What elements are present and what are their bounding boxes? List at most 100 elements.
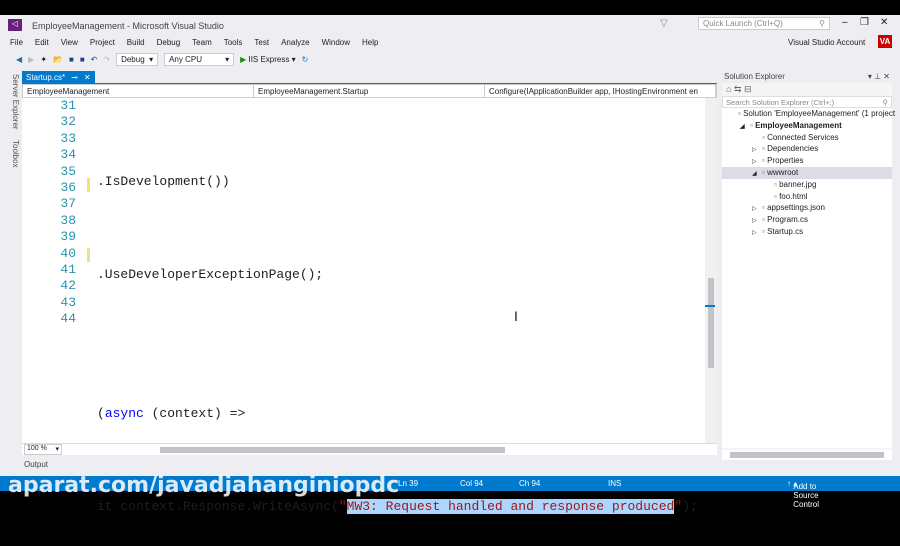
line-number: 35 [60,163,76,179]
code-editor[interactable]: 31 32 33 34 35 36 37 38 39 40 41 42 43 44 .IsDevelopm… [22,98,717,515]
file-icon: ▫ [762,144,765,154]
new-project-icon[interactable]: ✦ [40,55,47,64]
file-icon: ▫ [738,109,741,118]
tree-item[interactable]: ▷ ▫ Program.cs [722,214,892,226]
solution-explorer: Solution Explorer ▾ ⊥ ✕ ⌂ ⇆ ⊟ Search Solu… [722,71,895,460]
code-line: (async (context) => [97,406,246,422]
open-icon[interactable]: 📂 [53,55,63,64]
forward-icon[interactable]: ▶ [28,55,34,64]
expander-icon[interactable]: ▷ [752,228,762,240]
quick-launch-input[interactable]: Quick Launch (Ctrl+Q) ⚲ [698,17,830,30]
back-icon[interactable]: ◀ [16,55,22,64]
change-marker [87,248,90,262]
config-value: Debug [121,54,145,64]
file-icon: ▫ [762,226,765,236]
tree-item[interactable]: ◢ ▫ EmployeeManagement [722,120,892,132]
line-number: 37 [60,196,76,212]
navigation-bar: EmployeeManagement EmployeeManagement.St… [22,84,717,98]
save-icon[interactable]: ■ [69,55,74,64]
expander-icon[interactable]: ◢ [740,122,750,134]
tree-item[interactable]: ▷ ▫ appsettings.json [722,202,892,214]
member-dropdown[interactable]: Configure(IApplicationBuilder app, IHost… [485,85,716,97]
pin-icon[interactable]: ⊸ [71,73,78,82]
tree-item[interactable]: ▷ ▫ Dependencies [722,143,892,155]
tree-item[interactable]: ▫ banner.jpg [722,179,892,191]
line-number: 31 [60,98,76,113]
line-number: 43 [60,294,76,310]
restore-button[interactable]: ❐ [860,17,869,28]
redo-icon[interactable]: ↷ [103,55,110,64]
zoom-select[interactable]: 100 % ▾ [24,444,62,455]
tree-item[interactable]: ▫ foo.html [722,191,892,203]
tree-item[interactable]: ▫ Solution 'EmployeeManagement' (1 proje… [722,108,895,120]
menu-debug[interactable]: Debug [157,38,181,47]
tree-item-label: banner.jpg [779,179,817,189]
menu-build[interactable]: Build [127,38,145,47]
line-number: 44 [60,311,76,327]
tree-item[interactable]: ▷ ▫ Properties [722,155,892,167]
solution-explorer-title: Solution Explorer ▾ ⊥ ✕ [722,71,892,83]
line-number: 32 [60,114,76,130]
tree-item[interactable]: ◢ ▫ wwwroot [722,166,892,181]
toolbox-tab[interactable]: Toolbox [11,140,20,168]
account-label[interactable]: Visual Studio Account [788,38,865,47]
solution-search-input[interactable]: Search Solution Explorer (Ctrl+;) ⚲ [722,96,892,108]
menu-analyze[interactable]: Analyze [281,38,309,47]
save-all-icon[interactable]: ■ [80,55,85,64]
tree-item-label: Connected Services [767,132,839,142]
config-select[interactable]: Debug ▾ [116,52,159,66]
toolbar: ◀ ▶ ✦ 📂 ■ ■ ↶ ↷ Debug ▾ Any CPU ▾ ▶ IIS Ex… [16,52,308,66]
menu-test[interactable]: Test [254,38,269,47]
menu-help[interactable]: Help [362,38,378,47]
tree-item-label: Properties [767,156,804,166]
class-dropdown[interactable]: EmployeeManagement.Startup [254,85,485,97]
status-line: Ln 39 [398,479,419,488]
run-label: IIS Express [248,54,290,64]
menu-edit[interactable]: Edit [35,38,49,47]
minimize-button[interactable]: – [842,17,848,28]
expander-icon[interactable]: ◢ [752,169,762,181]
menu-file[interactable]: File [10,38,23,47]
collapse-icon[interactable]: ⊟ [744,84,752,94]
file-icon: ▫ [750,120,753,130]
close-button[interactable]: ✕ [880,17,888,28]
tab-label: Startup.cs* [26,72,66,82]
platform-select[interactable]: Any CPU ▾ [164,52,235,66]
se-horizontal-scrollbar[interactable] [722,450,892,460]
server-explorer-tab[interactable]: Server Explorer [11,74,20,130]
menu-tools[interactable]: Tools [224,38,243,47]
tab-close-icon[interactable]: ✕ [84,73,91,82]
zoom-value: 100 % [27,445,47,452]
home-icon[interactable]: ⌂ [726,84,731,94]
menu-project[interactable]: Project [90,38,115,47]
tree-item[interactable]: ▷ ▫ Startup.cs [722,226,892,238]
menu-window[interactable]: Window [322,38,350,47]
vs-logo-icon: ◁ [8,19,22,31]
code-line: .IsDevelopment()) [97,174,230,190]
status-mode: INS [608,479,622,488]
project-dropdown[interactable]: EmployeeManagement [23,85,254,97]
notification-icon[interactable]: ▽ [660,18,668,29]
tab-startup-cs[interactable]: Startup.cs* ⊸ ✕ [22,71,95,83]
refresh-icon[interactable]: ↻ [302,55,309,64]
avatar[interactable]: VA [878,35,892,48]
sync-icon[interactable]: ⇆ [734,84,742,94]
tree-item-label: appsettings.json [767,203,825,213]
caret-marker [705,305,715,307]
horizontal-scrollbar-thumb[interactable] [160,447,505,453]
panel-controls[interactable]: ▾ ⊥ ✕ [868,72,890,81]
panel-title: Solution Explorer [724,72,785,81]
output-tab[interactable]: Output [24,460,48,470]
undo-icon[interactable]: ↶ [91,55,98,64]
vertical-scrollbar[interactable] [705,98,717,443]
file-icon: ▫ [762,203,765,213]
menu-view[interactable]: View [61,38,78,47]
run-button[interactable]: ▶ IIS Express ▾ [240,55,296,64]
menu-team[interactable]: Team [192,38,212,47]
scrollbar-thumb[interactable] [708,278,714,368]
line-numbers: 31 32 33 34 35 36 37 38 39 40 41 42 43 44 [22,98,76,327]
search-icon: ⚲ [882,98,889,107]
add-to-source-control-button[interactable]: ↑ Add to Source Control ▴ [787,479,819,509]
string-quote: " [338,499,347,515]
line-number: 38 [60,212,76,228]
